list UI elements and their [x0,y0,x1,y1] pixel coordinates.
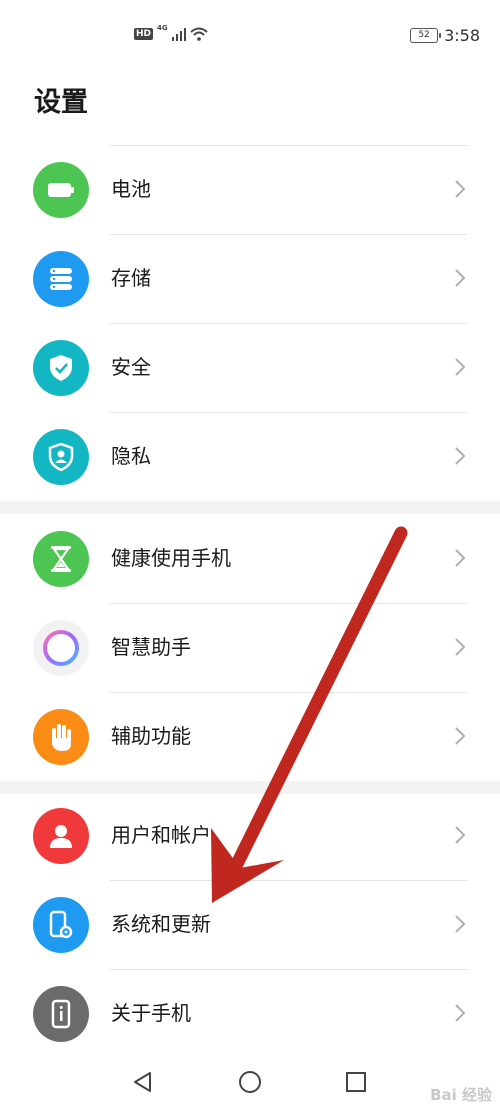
settings-group-3: 用户和帐户 系统和更新 关于手机 [0,791,500,1058]
system-update-icon [33,897,89,953]
group-separator [0,501,500,514]
hand-icon [33,709,89,765]
divider [110,880,467,881]
settings-item-label: 关于手机 [111,1001,191,1025]
settings-item-label: 健康使用手机 [111,546,231,570]
security-shield-icon [33,340,89,396]
settings-item-assistant[interactable]: 智慧助手 [0,603,500,692]
divider [110,145,467,146]
settings-item-accessibility[interactable]: 辅助功能 [0,692,500,781]
settings-item-label: 电池 [111,177,151,201]
settings-item-label: 用户和帐户 [111,823,211,847]
chevron-right-icon [455,727,466,745]
divider [110,603,467,604]
settings-item-about-phone[interactable]: 关于手机 [0,969,500,1058]
divider [110,323,467,324]
privacy-shield-icon [33,429,89,485]
home-icon[interactable] [238,1070,262,1094]
chevron-right-icon [455,269,466,287]
settings-item-label: 辅助功能 [111,724,191,748]
divider [110,234,467,235]
settings-item-label: 智慧助手 [111,635,191,659]
settings-item-security[interactable]: 安全 [0,323,500,412]
clock: 3:58 [444,26,480,45]
watermark: Bai 经验 [430,1086,492,1104]
battery-indicator: 52 [410,28,442,43]
settings-item-battery[interactable]: 电池 [0,145,500,234]
signal-icon [171,27,186,41]
storage-icon [33,251,89,307]
assistant-ring-icon [33,620,89,676]
recents-icon[interactable] [344,1070,368,1094]
settings-group-1: 电池 存储 安全 隐私 [0,145,500,501]
status-left: HD 4G [134,24,208,41]
page-title: 设置 [34,87,88,118]
settings-item-storage[interactable]: 存储 [0,234,500,323]
chevron-right-icon [455,915,466,933]
chevron-right-icon [455,180,466,198]
navigation-bar [0,1052,500,1111]
settings-item-label: 隐私 [111,444,151,468]
battery-icon [33,162,89,218]
divider [110,412,467,413]
chevron-right-icon [455,826,466,844]
network-type: 4G [157,24,168,32]
phone-info-icon [33,986,89,1042]
divider [110,969,467,970]
chevron-right-icon [455,1004,466,1022]
chevron-right-icon [455,549,466,567]
settings-item-system-update[interactable]: 系统和更新 [0,880,500,969]
wifi-icon [189,27,208,41]
hourglass-icon [33,531,89,587]
chevron-right-icon [455,358,466,376]
settings-group-2: 健康使用手机 智慧助手 辅助功能 [0,514,500,781]
settings-item-users-accounts[interactable]: 用户和帐户 [0,791,500,880]
chevron-right-icon [455,638,466,656]
back-icon[interactable] [131,1070,155,1094]
status-bar: HD 4G 52 3:58 [0,0,500,76]
divider [110,692,467,693]
settings-item-label: 系统和更新 [111,912,211,936]
settings-item-privacy[interactable]: 隐私 [0,412,500,501]
settings-item-label: 安全 [111,355,151,379]
status-right: 52 3:58 [410,26,480,45]
user-icon [33,808,89,864]
battery-level: 52 [418,30,430,40]
settings-item-label: 存储 [111,266,151,290]
hd-badge: HD [134,28,154,40]
chevron-right-icon [455,447,466,465]
settings-item-digital-balance[interactable]: 健康使用手机 [0,514,500,603]
